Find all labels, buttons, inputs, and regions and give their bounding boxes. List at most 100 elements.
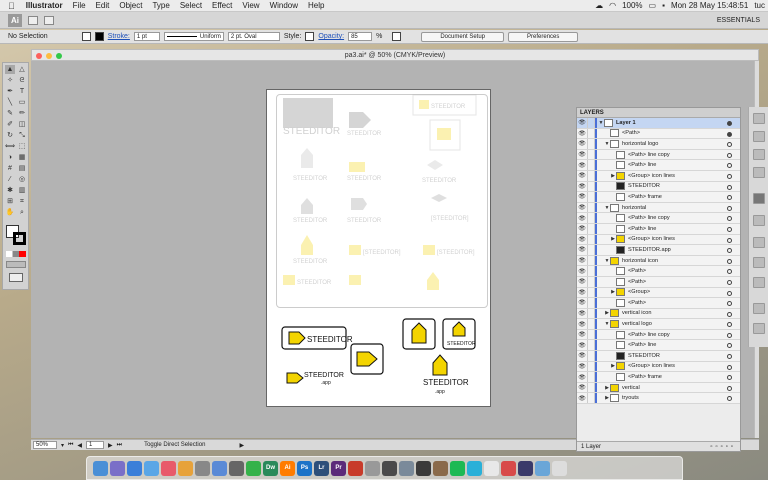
layer-name[interactable]: <Path> line bbox=[628, 226, 656, 232]
lock-toggle[interactable] bbox=[587, 160, 595, 170]
app-icon-11[interactable] bbox=[467, 460, 482, 476]
arrange-documents-icon[interactable] bbox=[44, 15, 54, 25]
layer-name[interactable]: <Path> frame bbox=[628, 374, 662, 380]
launchpad-icon[interactable] bbox=[127, 460, 142, 476]
lock-toggle[interactable] bbox=[587, 266, 595, 276]
stroke-panel-icon[interactable] bbox=[753, 215, 765, 226]
visibility-eye-icon[interactable]: 👁 bbox=[577, 342, 587, 349]
flag-icon[interactable]: ▪ bbox=[659, 1, 668, 10]
layer-name[interactable]: <Path> line copy bbox=[628, 152, 670, 158]
close-window-icon[interactable] bbox=[36, 53, 42, 59]
visibility-eye-icon[interactable]: 👁 bbox=[577, 183, 587, 190]
visibility-eye-icon[interactable]: 👁 bbox=[577, 130, 587, 137]
layer-row[interactable]: 👁 ▶ <Group> icon lines bbox=[577, 234, 740, 246]
layer-name[interactable]: <Path> line bbox=[628, 342, 656, 348]
lock-toggle[interactable] bbox=[587, 192, 595, 202]
stroke-swatch[interactable] bbox=[94, 32, 104, 41]
lock-toggle[interactable] bbox=[587, 351, 595, 361]
target-circle-icon[interactable] bbox=[727, 195, 732, 201]
layer-name[interactable]: <Path> bbox=[628, 268, 646, 274]
battery-percent[interactable]: 100% bbox=[619, 1, 645, 10]
layer-name[interactable]: vertical logo bbox=[622, 321, 652, 327]
layer-row[interactable]: 👁 ▼ horizontal bbox=[577, 202, 740, 214]
layer-row[interactable]: 👁 ▼ Layer 1 bbox=[577, 118, 740, 129]
target-circle-icon[interactable] bbox=[727, 269, 732, 275]
last-artboard-icon[interactable]: ⏭ bbox=[117, 442, 122, 449]
target-circle-icon[interactable] bbox=[727, 248, 732, 254]
layer-row[interactable]: 👁 <Path> bbox=[577, 276, 740, 288]
line-tool-icon[interactable]: ╲ bbox=[5, 98, 15, 107]
zoom-tool-icon[interactable]: ⌕ bbox=[17, 208, 27, 217]
app-icon-3[interactable] bbox=[229, 460, 244, 476]
target-circle-icon[interactable] bbox=[727, 216, 732, 222]
layers-footer-icons[interactable]: ▫▫▫▫▫ bbox=[710, 444, 736, 450]
pencil-tool-icon[interactable]: ✏ bbox=[17, 109, 27, 118]
visibility-eye-icon[interactable]: 👁 bbox=[577, 162, 587, 169]
visibility-eye-icon[interactable]: 👁 bbox=[577, 172, 587, 179]
stroke-label[interactable]: Stroke: bbox=[108, 33, 130, 40]
premiere-icon[interactable]: Pr bbox=[331, 460, 346, 476]
lock-toggle[interactable] bbox=[587, 276, 595, 287]
visibility-eye-icon[interactable]: 👁 bbox=[577, 268, 587, 275]
visibility-eye-icon[interactable]: 👁 bbox=[577, 278, 587, 285]
siri-icon[interactable] bbox=[110, 460, 125, 476]
lock-toggle[interactable] bbox=[587, 329, 595, 340]
target-circle-icon[interactable] bbox=[727, 322, 732, 328]
lock-toggle[interactable] bbox=[587, 234, 595, 245]
lock-toggle[interactable] bbox=[587, 223, 595, 234]
dreamweaver-icon[interactable]: Dw bbox=[263, 460, 278, 476]
spotify-icon[interactable] bbox=[450, 460, 465, 476]
menu-effect[interactable]: Effect bbox=[207, 1, 237, 10]
trash-icon[interactable] bbox=[552, 460, 567, 476]
character-panel-icon[interactable] bbox=[753, 237, 765, 248]
target-circle-icon[interactable] bbox=[727, 290, 732, 296]
status-menu-icon[interactable]: ▶ bbox=[239, 442, 244, 449]
layers-panel-icon[interactable] bbox=[753, 193, 765, 204]
app-icon-5[interactable] bbox=[348, 460, 363, 476]
lock-toggle[interactable] bbox=[587, 308, 595, 319]
target-circle-icon[interactable] bbox=[727, 311, 732, 317]
layer-name[interactable]: <Path> line bbox=[628, 162, 656, 168]
symbol-sprayer-tool-icon[interactable]: ✱ bbox=[5, 186, 15, 195]
color-mode-icon[interactable] bbox=[6, 251, 26, 257]
document-setup-button[interactable]: Document Setup bbox=[421, 31, 505, 42]
target-circle-icon[interactable] bbox=[727, 131, 732, 137]
layer-row[interactable]: 👁 ▶ <Group> icon lines bbox=[577, 361, 740, 373]
next-artboard-icon[interactable]: ▶ bbox=[108, 442, 113, 449]
photoshop-icon[interactable]: Ps bbox=[297, 460, 312, 476]
menu-app-name[interactable]: Illustrator bbox=[21, 1, 68, 10]
target-circle-icon[interactable] bbox=[727, 205, 732, 211]
visibility-eye-icon[interactable]: 👁 bbox=[577, 331, 587, 338]
transform-panel-icon[interactable] bbox=[753, 303, 765, 314]
visibility-eye-icon[interactable]: 👁 bbox=[577, 193, 587, 200]
width-tool-icon[interactable]: ⟺ bbox=[5, 142, 15, 151]
app-store-icon[interactable] bbox=[212, 460, 227, 476]
target-circle-icon[interactable] bbox=[727, 385, 732, 391]
lock-toggle[interactable] bbox=[587, 170, 595, 181]
app-icon-2[interactable] bbox=[195, 460, 210, 476]
visibility-eye-icon[interactable]: 👁 bbox=[577, 257, 587, 264]
perspective-grid-tool-icon[interactable]: ▦ bbox=[17, 153, 27, 162]
target-circle-icon[interactable] bbox=[727, 258, 732, 264]
layer-row[interactable]: 👁 ▼ horizontal icon bbox=[577, 255, 740, 267]
pen-tool-icon[interactable]: ✒ bbox=[5, 87, 15, 96]
lock-toggle[interactable] bbox=[587, 298, 595, 308]
graphic-style-swatch[interactable] bbox=[305, 32, 315, 41]
layer-row[interactable]: 👁 <Path> bbox=[577, 298, 740, 309]
target-circle-icon[interactable] bbox=[727, 375, 732, 381]
artboard[interactable]: STEEDITOR STEEDITOR STEEDITOR STEEDITOR … bbox=[266, 89, 491, 407]
layer-name[interactable]: <Group> icon lines bbox=[628, 173, 675, 179]
finder-icon[interactable] bbox=[93, 460, 108, 476]
menu-window[interactable]: Window bbox=[265, 1, 303, 10]
visibility-eye-icon[interactable]: 👁 bbox=[577, 289, 587, 296]
target-circle-icon[interactable] bbox=[727, 184, 732, 190]
visibility-eye-icon[interactable]: 👁 bbox=[577, 151, 587, 158]
first-artboard-icon[interactable]: ⏮ bbox=[68, 442, 73, 449]
eraser-tool-icon[interactable]: ◫ bbox=[17, 120, 27, 129]
swatches-panel-icon[interactable] bbox=[753, 131, 765, 142]
clock[interactable]: Mon 28 May 15:48:51 bbox=[668, 1, 751, 10]
opacity-field[interactable]: 85 bbox=[348, 32, 373, 41]
safari-icon[interactable] bbox=[144, 460, 159, 476]
target-circle-icon[interactable] bbox=[727, 226, 732, 232]
layer-row[interactable]: 👁 ▼ horizontal logo bbox=[577, 139, 740, 150]
